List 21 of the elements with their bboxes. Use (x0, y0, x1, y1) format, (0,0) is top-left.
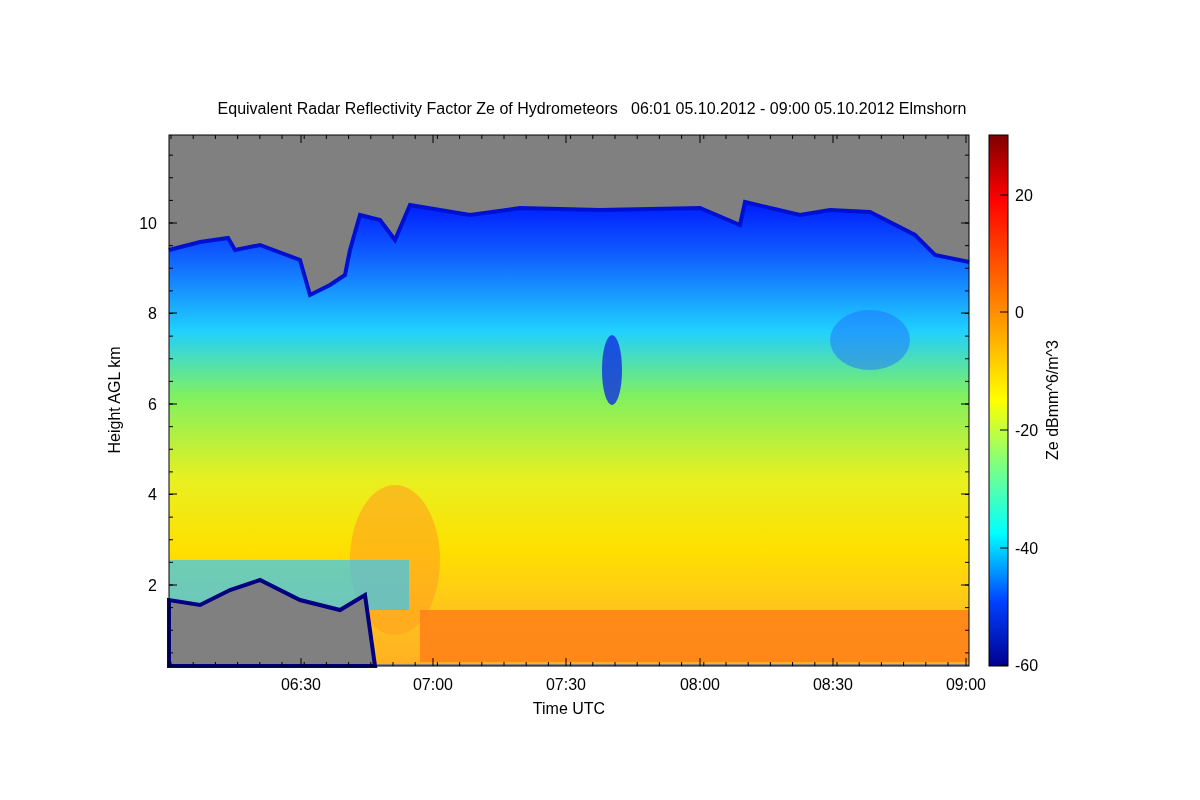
x-tick-label: 09:00 (946, 676, 986, 693)
colorbar-label: Ze dBmm^6/m^3 (1044, 340, 1061, 460)
x-tick-label: 08:00 (680, 676, 720, 693)
x-tick-label: 07:30 (546, 676, 586, 693)
x-tick-label: 08:30 (813, 676, 853, 693)
colorbar-tick-label: -60 (1015, 657, 1039, 674)
y-tick-label: 2 (148, 577, 157, 594)
x-axis-label: Time UTC (532, 700, 606, 717)
y-tick-label: 4 (148, 486, 157, 503)
weak-echo-patch (602, 335, 622, 405)
x-tick-label: 07:00 (413, 676, 453, 693)
y-axis-label: Height AGL km (106, 346, 123, 454)
colorbar-tick-label: -40 (1015, 540, 1039, 557)
y-tick-label: 8 (148, 305, 157, 322)
chart-title: Equivalent Radar Reflectivity Factor Ze of Hydrometeors 06:01 05.10.2012 - 09:00 05.10.2012 Elmshorn (217, 100, 967, 117)
colorbar-tick-label: -20 (1015, 422, 1039, 439)
y-tick-label: 6 (148, 396, 157, 413)
colorbar-tick-label: 20 (1015, 187, 1033, 204)
colorbar-tick-label: 0 (1015, 304, 1024, 321)
y-tick-label: 10 (139, 215, 157, 232)
x-tick-label: 06:30 (281, 676, 321, 693)
